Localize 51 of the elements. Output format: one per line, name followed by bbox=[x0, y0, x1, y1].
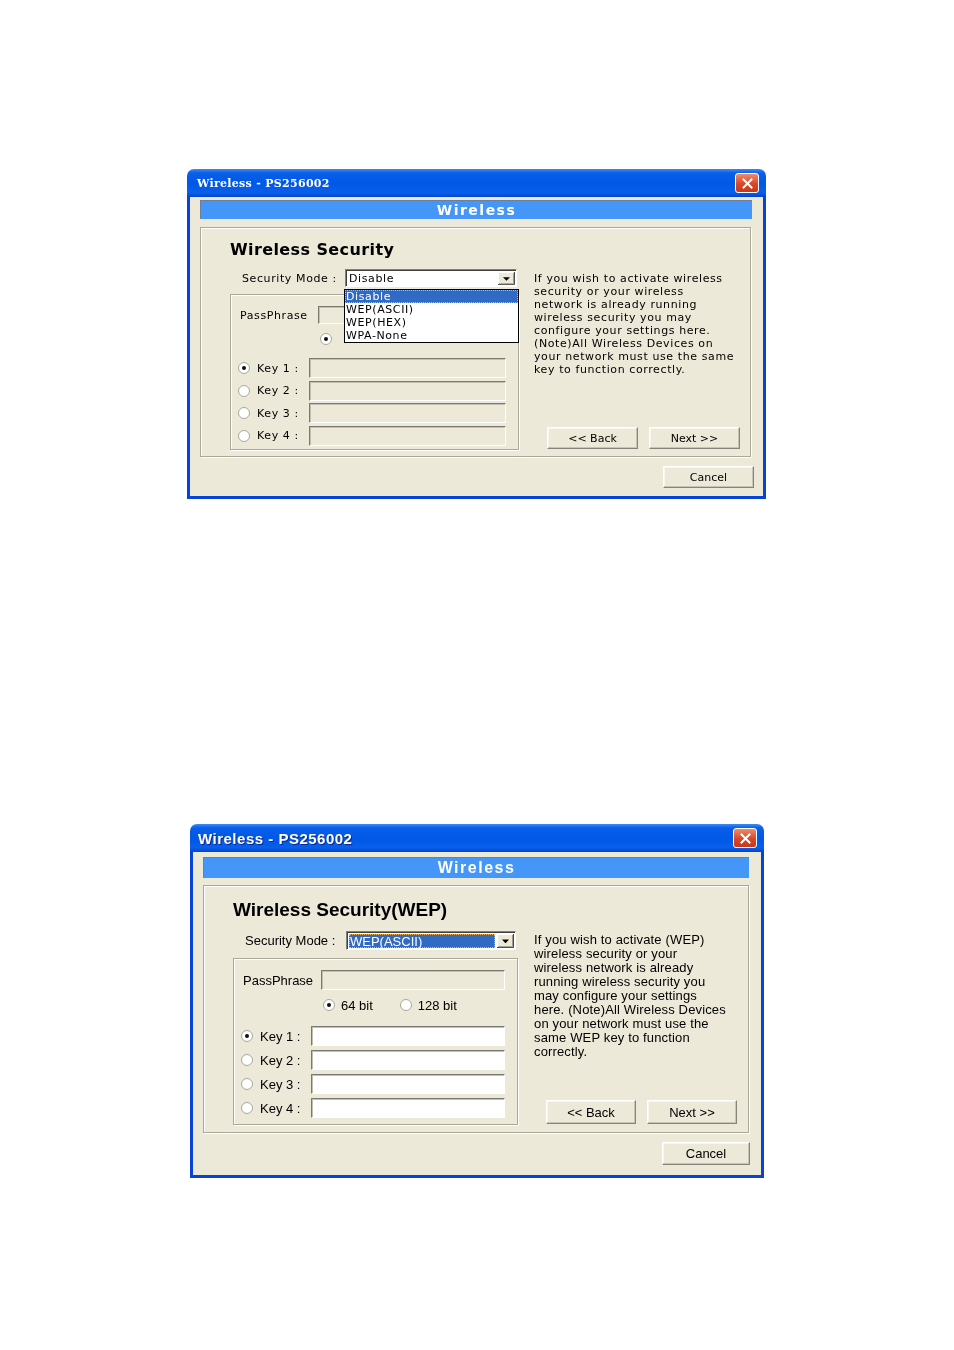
radio-label: 64 bit bbox=[341, 997, 373, 1013]
dropdown-option[interactable]: WEP(HEX) bbox=[345, 316, 518, 329]
key-label: Key 3 : bbox=[257, 406, 299, 420]
radio-button[interactable] bbox=[399, 999, 412, 1011]
window-title: Wireless - PS256002 bbox=[197, 176, 330, 190]
back-button[interactable]: << Back bbox=[546, 1100, 636, 1124]
security-mode-dropdown[interactable]: Disable bbox=[345, 269, 517, 287]
key-field[interactable] bbox=[311, 1026, 505, 1046]
key-label: Key 2 : bbox=[257, 384, 299, 397]
close-icon bbox=[741, 177, 753, 189]
close-button[interactable] bbox=[733, 828, 757, 848]
next-button[interactable]: Next >> bbox=[647, 1100, 737, 1124]
radio-button[interactable] bbox=[241, 1054, 253, 1066]
radio-button[interactable] bbox=[320, 333, 332, 345]
key-field[interactable] bbox=[311, 1074, 505, 1094]
security-mode-label: Security Mode : bbox=[242, 271, 337, 285]
window-title: Wireless - PS256002 bbox=[198, 829, 353, 847]
close-button[interactable] bbox=[735, 173, 759, 193]
key-label: Key 2 : bbox=[260, 1052, 301, 1068]
key-label: Key 3 : bbox=[260, 1076, 301, 1092]
key-field[interactable] bbox=[311, 1050, 505, 1070]
key-label: Key 4 : bbox=[257, 429, 299, 442]
security-mode-dropdown[interactable]: WEP(ASCII) bbox=[346, 931, 516, 950]
cancel-button[interactable]: Cancel bbox=[662, 1142, 750, 1165]
back-button[interactable]: << Back bbox=[547, 427, 638, 449]
radio-label: 128 bit bbox=[417, 997, 457, 1013]
key-field[interactable] bbox=[311, 1098, 505, 1118]
description-text: If you wish to activate (WEP) wireless security or your wireless network is already running wireless security you may configure your settings here. (Note)All Wireless Devices on your network must use the same WEP key to function correctly. bbox=[534, 933, 727, 1059]
dropdown-option[interactable]: WPA-None bbox=[345, 329, 518, 342]
security-mode-label: Security Mode : bbox=[245, 933, 336, 948]
key-label: Key 1 : bbox=[260, 1028, 301, 1044]
radio-button[interactable] bbox=[241, 1030, 253, 1042]
key-label: Key 1 : bbox=[257, 361, 299, 375]
description-text: If you wish to activate wireless security or your wireless network is already running wireless security you may configure your settings here. (Note)All Wireless Devices on your network must use the same key to function correctly. bbox=[534, 272, 736, 376]
dropdown-option[interactable]: Disable bbox=[345, 290, 518, 303]
cancel-button[interactable]: Cancel bbox=[663, 466, 754, 488]
header-banner: Wireless bbox=[203, 857, 749, 878]
passphrase-label: PassPhrase bbox=[240, 308, 308, 322]
close-icon bbox=[739, 832, 751, 844]
header-banner: Wireless bbox=[200, 200, 752, 219]
section-heading: Wireless Security(WEP) bbox=[233, 899, 448, 921]
caret-icon[interactable] bbox=[498, 272, 515, 285]
radio-button[interactable] bbox=[323, 999, 335, 1011]
next-button[interactable]: Next >> bbox=[649, 427, 740, 449]
radio-button[interactable] bbox=[241, 1102, 253, 1114]
caret-icon[interactable] bbox=[497, 934, 514, 948]
passphrase-label: PassPhrase bbox=[243, 972, 314, 988]
key-label: Key 4 : bbox=[260, 1100, 301, 1116]
dropdown-option[interactable]: WEP(ASCII) bbox=[345, 303, 518, 316]
section-heading: Wireless Security bbox=[230, 241, 395, 259]
radio-button[interactable] bbox=[241, 1078, 253, 1090]
